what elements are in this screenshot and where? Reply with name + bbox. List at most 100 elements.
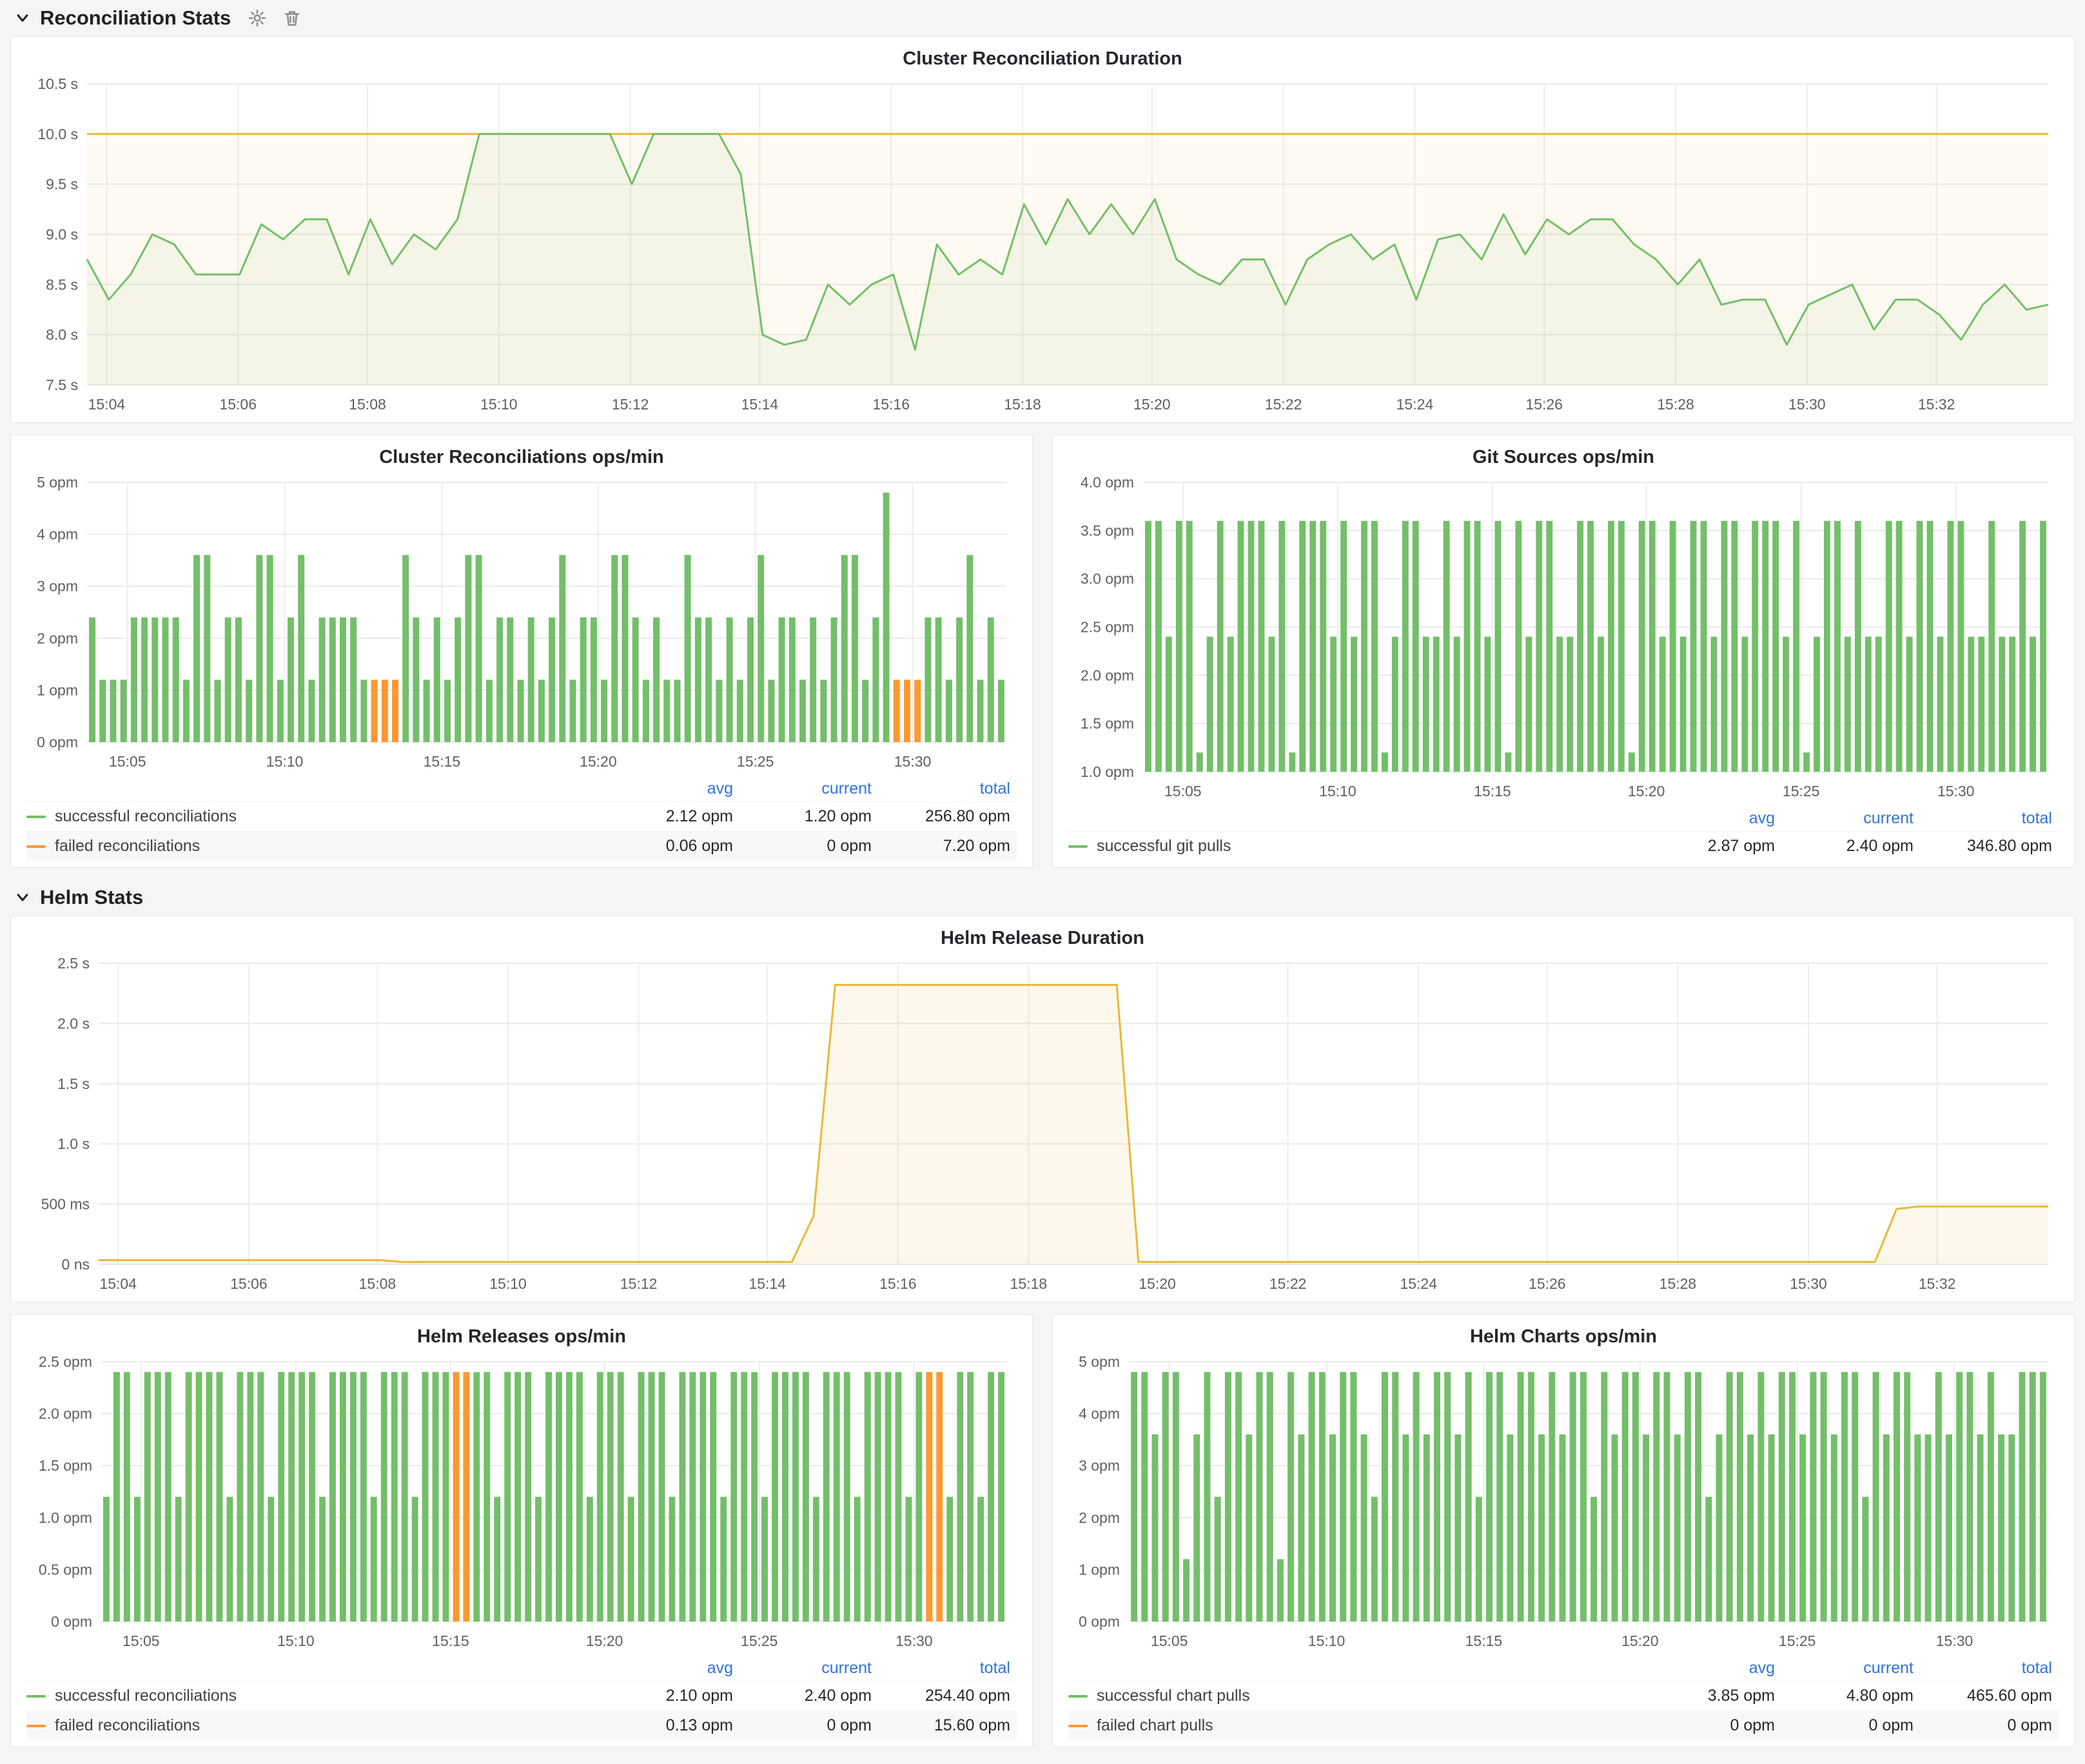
svg-text:15:04: 15:04 [99,1275,137,1292]
helm-releases-chart[interactable]: 0 opm0.5 opm1.0 opm1.5 opm2.0 opm2.5 opm… [23,1351,1021,1654]
dashboard: Reconciliation Stats Cluster Reconciliat… [0,0,2085,1764]
svg-text:15:16: 15:16 [872,396,910,413]
svg-text:15:28: 15:28 [1657,396,1694,413]
svg-text:15:30: 15:30 [1937,783,1975,799]
series-color-marker [1068,1725,1088,1727]
section-reconciliation-stats[interactable]: Reconciliation Stats [10,0,2075,36]
cluster-reconciliation-duration-chart[interactable]: 7.5 s8.0 s8.5 s9.0 s9.5 s10.0 s10.5 s15:… [23,74,2062,417]
svg-text:8.0 s: 8.0 s [46,326,78,343]
section-title[interactable]: Reconciliation Stats [40,6,231,30]
panel-title[interactable]: Cluster Reconciliations ops/min [23,442,1021,472]
svg-text:15:08: 15:08 [359,1275,396,1292]
legend-series-toggle[interactable]: successful reconciliations [26,807,601,826]
svg-text:500 ms: 500 ms [41,1196,90,1213]
svg-text:15:08: 15:08 [349,396,386,413]
collapse-chevron-icon[interactable] [15,11,30,25]
row-delete-trash-icon[interactable] [282,8,302,28]
svg-text:15:30: 15:30 [896,1632,933,1649]
legend-series-toggle[interactable]: failed chart pulls [1068,1716,1643,1735]
svg-text:1.0 opm: 1.0 opm [39,1509,92,1526]
legend-series-toggle[interactable]: failed reconciliations [26,1716,601,1735]
svg-text:2.0 s: 2.0 s [57,1015,90,1032]
legend-series-label: successful chart pulls [1097,1687,1250,1705]
legend-avg-value: 0 opm [1643,1716,1781,1735]
legend-header-row: avg current total [26,1655,1017,1681]
series-color-marker [26,1725,46,1727]
legend-total-value: 465.60 opm [1920,1687,2059,1705]
legend-header-row: avg current total [26,776,1017,801]
svg-text:15:05: 15:05 [1164,783,1202,799]
svg-text:8.5 s: 8.5 s [46,276,78,293]
svg-text:15:24: 15:24 [1396,396,1434,413]
svg-text:2.5 s: 2.5 s [57,955,90,972]
panel-title[interactable]: Git Sources ops/min [1064,442,2062,472]
panel-title[interactable]: Helm Releases ops/min [23,1321,1021,1351]
legend-series-toggle[interactable]: successful git pulls [1068,837,1643,856]
svg-text:15:12: 15:12 [620,1275,658,1292]
series-color-marker [26,1695,46,1698]
svg-text:7.5 s: 7.5 s [46,377,78,393]
svg-text:2 opm: 2 opm [37,630,78,647]
legend-current-value: 1.20 opm [739,807,878,826]
svg-text:3 opm: 3 opm [1079,1457,1120,1474]
legend: avg current total successful chart pulls… [1064,1654,2062,1741]
helm-release-duration-chart[interactable]: 0 ns500 ms1.0 s1.5 s2.0 s2.5 s15:0415:06… [23,953,2062,1297]
git-sources-chart[interactable]: 1.0 opm1.5 opm2.0 opm2.5 opm3.0 opm3.5 o… [1064,472,2062,804]
legend-avg-value: 3.85 opm [1643,1687,1781,1705]
svg-text:2.0 opm: 2.0 opm [39,1406,92,1422]
legend-series-toggle[interactable]: failed reconciliations [26,837,601,856]
legend-col-current[interactable]: current [1781,1659,1920,1678]
legend-total-value: 346.80 opm [1920,837,2059,856]
legend-col-total[interactable]: total [878,1659,1017,1678]
svg-text:10.5 s: 10.5 s [37,75,78,92]
svg-text:15:10: 15:10 [489,1275,527,1292]
legend-row-successful-git-pulls: successful git pulls 2.87 opm 2.40 opm 3… [1068,831,2059,861]
legend-col-avg[interactable]: avg [1643,1659,1781,1678]
svg-text:5 opm: 5 opm [1079,1353,1120,1370]
svg-text:15:04: 15:04 [88,396,126,413]
cluster-reconciliations-chart[interactable]: 0 opm1 opm2 opm3 opm4 opm5 opm15:0515:10… [23,472,1021,774]
row-settings-gear-icon[interactable] [248,8,267,28]
legend-row-successful-reconciliations: successful reconciliations 2.12 opm 1.20… [26,801,1017,831]
legend-col-total[interactable]: total [1920,1659,2059,1678]
legend-col-avg[interactable]: avg [1643,809,1781,828]
legend-col-current[interactable]: current [739,779,878,798]
legend-current-value: 2.40 opm [1781,837,1920,856]
collapse-chevron-icon[interactable] [15,890,30,905]
legend-series-label: successful reconciliations [55,807,237,826]
legend-current-value: 0 opm [1781,1716,1920,1735]
legend-col-avg[interactable]: avg [601,1659,739,1678]
panel-title[interactable]: Helm Release Duration [23,923,2062,953]
svg-text:15:16: 15:16 [879,1275,917,1292]
helm-charts-chart[interactable]: 0 opm1 opm2 opm3 opm4 opm5 opm15:0515:10… [1064,1351,2062,1654]
svg-text:15:30: 15:30 [894,753,932,770]
panel-helm-release-duration: Helm Release Duration 0 ns500 ms1.0 s1.5… [10,916,2075,1302]
legend-series-toggle[interactable]: successful chart pulls [1068,1687,1643,1705]
svg-text:3.5 opm: 3.5 opm [1081,522,1134,539]
legend: avg current total successful reconciliat… [23,774,1021,862]
legend-col-total[interactable]: total [1920,809,2059,828]
legend-series-toggle[interactable]: successful reconciliations [26,1687,601,1705]
legend-header-row: avg current total [1068,1655,2059,1681]
svg-text:1.5 s: 1.5 s [57,1075,90,1092]
legend-col-current[interactable]: current [1781,809,1920,828]
svg-text:15:20: 15:20 [1133,396,1171,413]
svg-text:15:24: 15:24 [1400,1275,1437,1292]
panel-title[interactable]: Helm Charts ops/min [1064,1321,2062,1351]
svg-text:15:18: 15:18 [1010,1275,1048,1292]
legend-col-avg[interactable]: avg [601,779,739,798]
section-helm-stats[interactable]: Helm Stats [10,879,2075,916]
section-title[interactable]: Helm Stats [40,886,143,909]
panel-title[interactable]: Cluster Reconciliation Duration [23,43,2062,74]
svg-text:2 opm: 2 opm [1079,1509,1120,1526]
panel-helm-releases-opm: Helm Releases ops/min 0 opm0.5 opm1.0 op… [10,1314,1033,1747]
legend-row-failed-reconciliations: failed reconciliations 0.13 opm 0 opm 15… [26,1710,1017,1740]
svg-text:4 opm: 4 opm [37,526,78,543]
legend-row-successful-reconciliations: successful reconciliations 2.10 opm 2.40… [26,1681,1017,1710]
series-color-marker [26,816,46,818]
legend: avg current total successful git pulls 2… [1064,804,2062,862]
legend-col-total[interactable]: total [878,779,1017,798]
svg-text:15:05: 15:05 [1151,1632,1188,1649]
legend-total-value: 0 opm [1920,1716,2059,1735]
legend-col-current[interactable]: current [739,1659,878,1678]
